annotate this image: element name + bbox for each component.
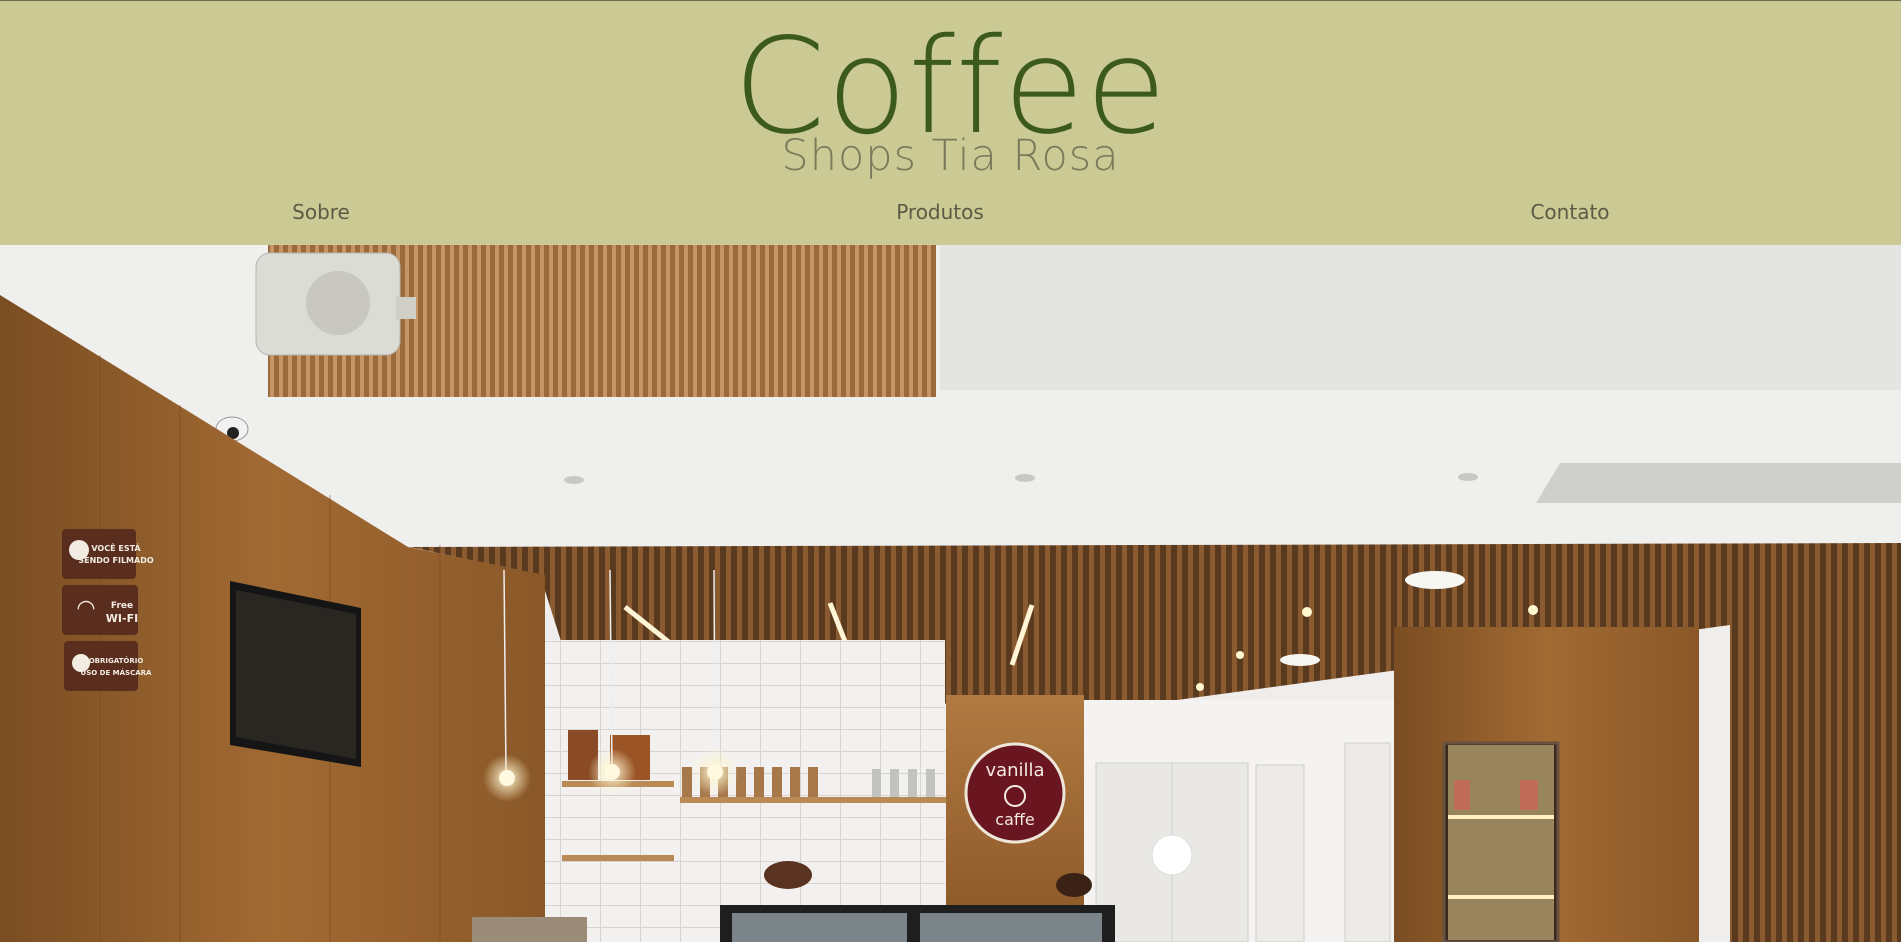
- sign-wifi-line2: WI-FI: [106, 612, 138, 625]
- sign-mask-line2: USO DE MÁSCARA: [81, 668, 153, 677]
- door-single-1: [1255, 764, 1305, 942]
- nav-link-contato[interactable]: Contato: [1530, 200, 1609, 224]
- tv-screen: [230, 581, 361, 767]
- door-single-2: [1344, 742, 1391, 942]
- cafe-logo-line1: vanilla: [985, 760, 1044, 781]
- sign-wifi-line1: Free: [111, 601, 133, 611]
- hero-image: VOCÊ ESTÁ SENDO FILMADO ◠ Free WI-FI OBR…: [0, 245, 1901, 942]
- speaker-icon: [255, 252, 416, 356]
- sign-wifi: ◠ Free WI-FI: [62, 585, 138, 635]
- site-header: Coffee Shops Tia Rosa Sobre Produtos Con…: [0, 0, 1901, 245]
- wifi-icon: ◠: [76, 596, 95, 621]
- cafe-logo-line2: caffe: [995, 810, 1034, 829]
- nav-link-produtos[interactable]: Produtos: [896, 200, 984, 224]
- nav-link-sobre[interactable]: Sobre: [292, 200, 350, 224]
- vanilla-caffe-logo: vanilla caffe: [964, 742, 1066, 844]
- sign-filming-line2: SENDO FILMADO: [78, 556, 153, 565]
- sign-filming-line1: VOCÊ ESTÁ: [91, 542, 141, 553]
- logo-subtitle: Shops Tia Rosa: [781, 131, 1120, 181]
- sign-mask-line1: OBRIGATÓRIO: [89, 656, 144, 665]
